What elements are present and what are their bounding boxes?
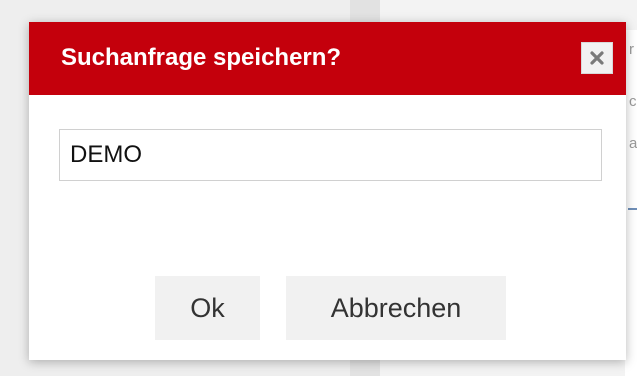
dialog-header: Suchanfrage speichern? (29, 22, 626, 95)
close-button[interactable] (581, 42, 613, 74)
background-page-edge (625, 30, 637, 376)
close-x-icon (590, 51, 604, 65)
background-text-fragment: c (629, 93, 637, 110)
ok-button[interactable]: Ok (155, 276, 260, 340)
background-underline (628, 208, 637, 210)
background-text-fragment: a (629, 135, 637, 152)
save-search-dialog: Suchanfrage speichern? Ok Abbrechen (29, 22, 626, 360)
background-text-fragment: r (629, 41, 634, 58)
cancel-button[interactable]: Abbrechen (286, 276, 506, 340)
dialog-title: Suchanfrage speichern? (61, 44, 342, 71)
search-name-input[interactable] (59, 129, 602, 181)
